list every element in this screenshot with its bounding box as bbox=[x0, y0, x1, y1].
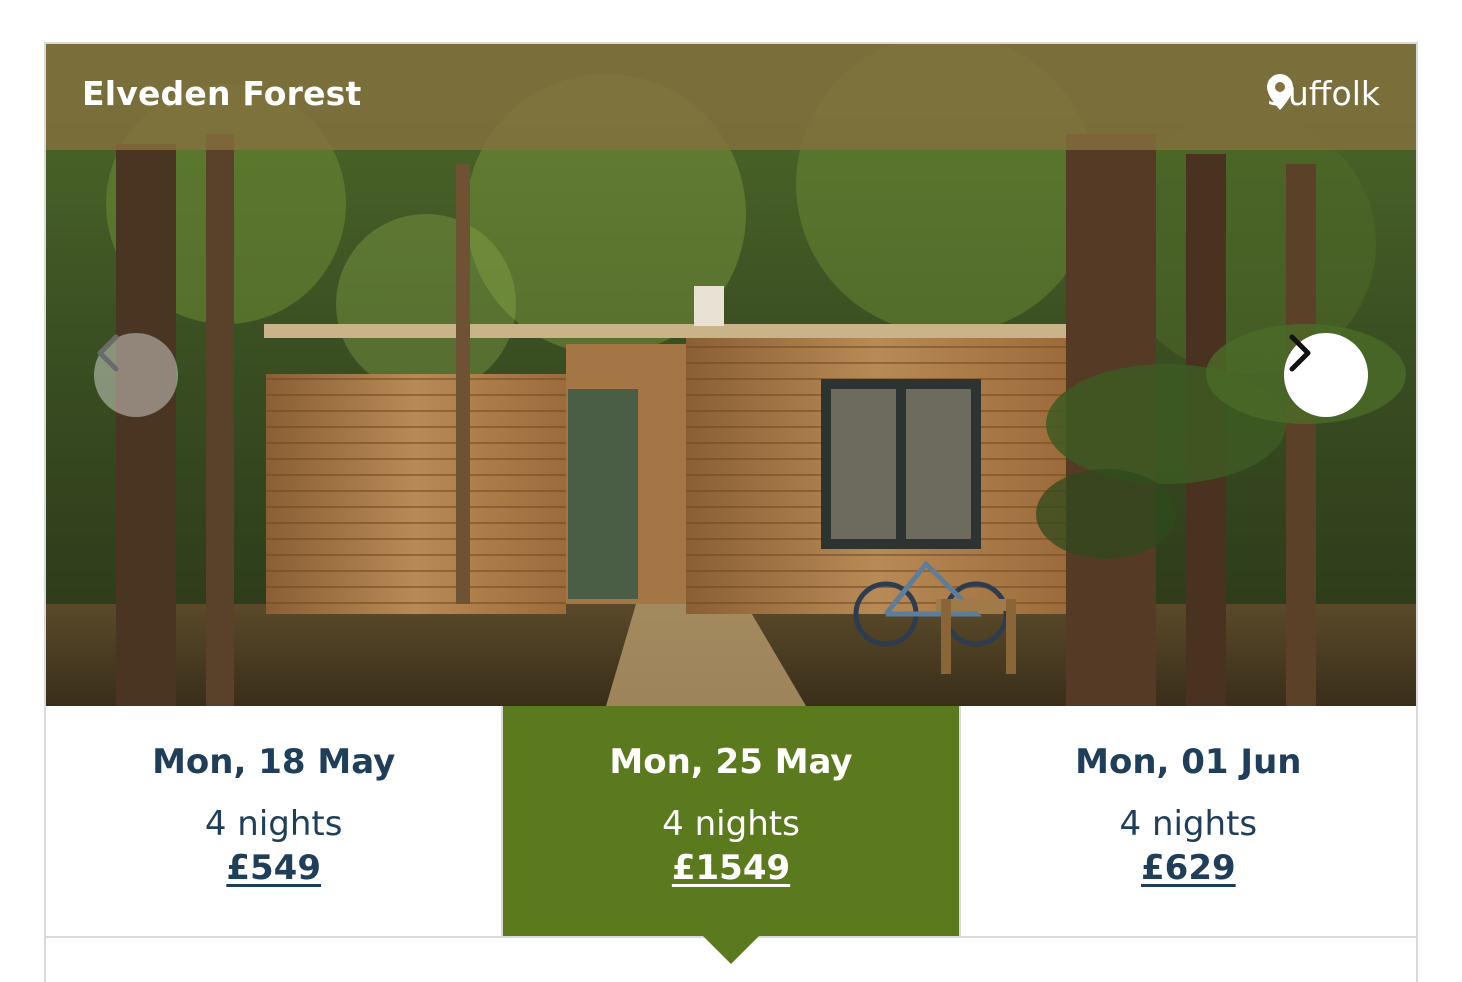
holiday-card: Elveden Forest Suffolk Mon, 18 May 4 nig… bbox=[44, 42, 1418, 982]
date-option-selected[interactable]: Mon, 25 May 4 nights £1549 bbox=[501, 706, 959, 964]
chevron-right-icon bbox=[1289, 334, 1311, 372]
nights-label: 4 nights bbox=[1119, 804, 1258, 844]
nights-label: 4 nights bbox=[204, 804, 343, 844]
date-label: Mon, 01 Jun bbox=[1075, 742, 1302, 782]
price-link[interactable]: £1549 bbox=[503, 848, 958, 888]
photo-carousel: Elveden Forest Suffolk bbox=[46, 44, 1416, 706]
date-label: Mon, 18 May bbox=[152, 742, 396, 782]
carousel-next-button[interactable] bbox=[1284, 333, 1368, 417]
selected-pointer bbox=[702, 936, 759, 964]
date-option[interactable]: Mon, 18 May 4 nights £549 bbox=[46, 706, 501, 936]
date-option[interactable]: Mon, 01 Jun 4 nights £629 bbox=[958, 706, 1416, 936]
date-label: Mon, 25 May bbox=[609, 742, 853, 782]
price-link[interactable]: £549 bbox=[46, 848, 501, 888]
map-pin-icon bbox=[1266, 74, 1293, 110]
carousel-prev-button[interactable] bbox=[94, 333, 178, 417]
title-bar: Elveden Forest Suffolk bbox=[46, 44, 1416, 150]
chevron-left-icon bbox=[97, 334, 119, 372]
date-options: Mon, 18 May 4 nights £549 Mon, 25 May 4 … bbox=[46, 706, 1416, 964]
price-link[interactable]: £629 bbox=[961, 848, 1416, 888]
region: Suffolk bbox=[1266, 74, 1380, 113]
nights-label: 4 nights bbox=[662, 804, 800, 844]
place-name: Elveden Forest bbox=[82, 74, 362, 113]
